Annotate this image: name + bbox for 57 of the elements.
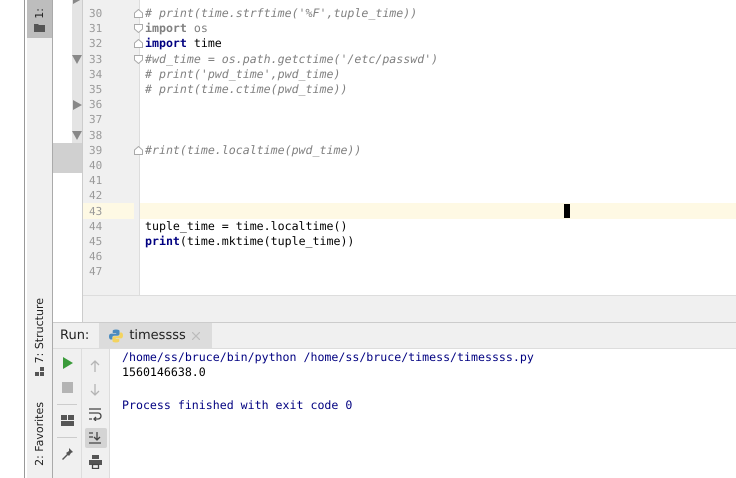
text-caret (564, 204, 570, 218)
print-icon[interactable] (89, 455, 102, 469)
line-number: 30 (88, 6, 104, 22)
scroll-to-end-icon[interactable] (89, 431, 102, 445)
pin-icon[interactable] (60, 447, 74, 461)
expand-arrow-icon[interactable] (72, 100, 82, 110)
console-output-line: Process finished with exit code 0 (122, 398, 352, 412)
code-line: import os (145, 21, 208, 36)
tree-row[interactable] (53, 142, 82, 158)
line-number: 35 (88, 82, 104, 98)
console-output-line: 1560146638.0 (122, 365, 206, 380)
code-line: # print('pwd_time',pwd_time) (145, 66, 340, 81)
line-number: 41 (88, 173, 104, 188)
close-icon[interactable] (192, 332, 200, 340)
run-icon[interactable] (60, 356, 74, 370)
code-line: import time (145, 36, 222, 50)
toolbar-button[interactable] (84, 428, 106, 448)
line-number: 40 (88, 158, 104, 174)
fold-marker-icon[interactable] (134, 9, 143, 18)
line-number: 44 (88, 218, 104, 234)
line-number: 38 (88, 128, 104, 143)
line-number: 42 (88, 188, 104, 204)
line-number: 36 (88, 97, 104, 112)
folder-icon (34, 23, 45, 32)
tree-row[interactable] (53, 158, 82, 174)
code-line: # print(time.strftime('%F',tuple_time)) (145, 6, 418, 20)
code-line: #wd_time = os.path.getctime('/etc/passwd') (145, 52, 438, 66)
structure-icon (35, 367, 44, 376)
line-number: 47 (88, 264, 104, 280)
line-number: 43 (83, 203, 134, 219)
line-number: 34 (88, 66, 104, 82)
fold-marker-icon[interactable] (134, 39, 143, 48)
line-number: 33 (88, 52, 104, 67)
run-label: Run: (59, 327, 90, 345)
line-number: 37 (88, 112, 104, 128)
code-line: # print(time.ctime(pwd_time)) (145, 82, 348, 96)
fold-marker-icon[interactable] (134, 146, 143, 155)
collapse-arrow-icon[interactable] (72, 54, 82, 64)
tool-window-tab[interactable]: 7: Structure (27, 295, 52, 380)
code-line: print(time.mktime(tuple_time)) (145, 234, 354, 248)
line-number: 31 (88, 21, 104, 36)
run-tab[interactable]: timessss (99, 323, 212, 348)
code-line: #rint(time.localtime(pwd_time)) (145, 142, 362, 157)
python-icon (109, 328, 124, 342)
layout-icon[interactable] (60, 414, 74, 428)
fold-marker-icon[interactable] (134, 24, 143, 34)
code-line: tuple_time = time.localtime() (145, 218, 348, 233)
line-number: 45 (88, 234, 104, 249)
line-number: 46 (88, 249, 104, 264)
fold-marker-icon[interactable] (134, 54, 143, 64)
console-output-line: /home/ss/bruce/bin/python /home/ss/bruce/timess/timessss.py (122, 350, 534, 364)
line-number: 39 (88, 142, 104, 158)
tool-window-tab[interactable]: 2: Favorites (27, 399, 52, 470)
line-number: 32 (88, 36, 104, 52)
soft-wrap-icon[interactable] (89, 407, 102, 421)
collapse-arrow-icon[interactable] (72, 130, 82, 140)
tool-window-tab[interactable]: 1: (27, 0, 52, 38)
